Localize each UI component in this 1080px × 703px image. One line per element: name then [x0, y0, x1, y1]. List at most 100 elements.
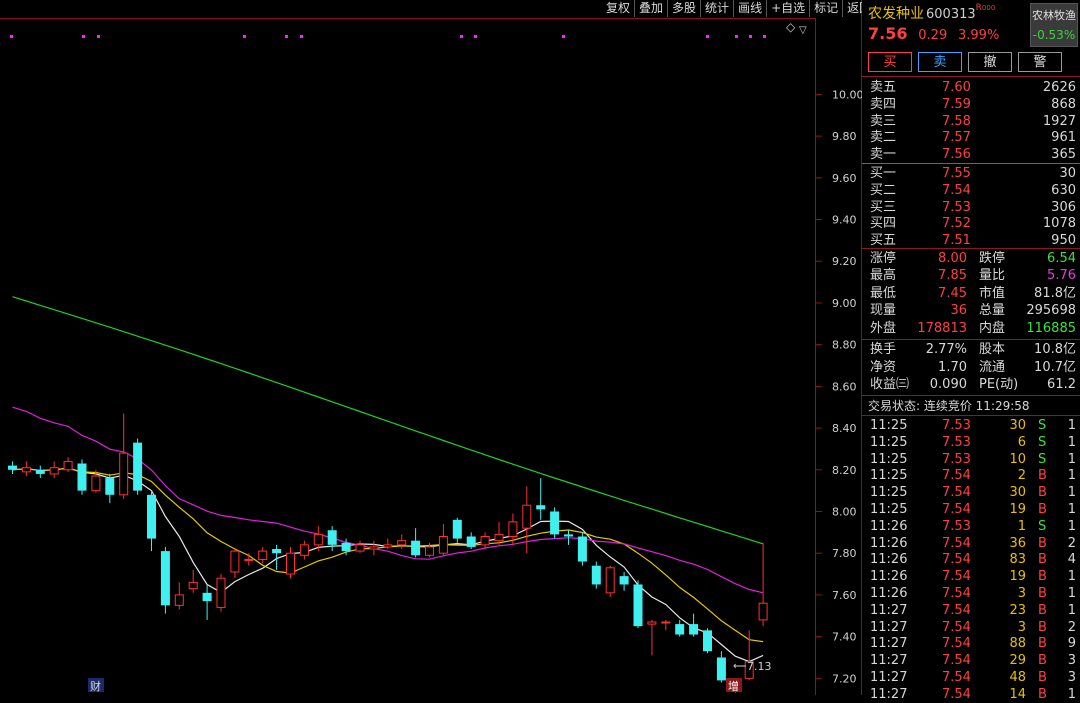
- bid-row[interactable]: 买一 7.55 30: [862, 165, 1080, 182]
- price-tick-label: 7.20: [832, 672, 857, 685]
- stock-tag: R000: [975, 3, 996, 13]
- price-tick-label: 9.20: [832, 255, 857, 268]
- settings-diamond-icon[interactable]: ◇: [786, 20, 796, 34]
- tick-volume: 29: [1009, 653, 1026, 669]
- signal-dot: [243, 35, 246, 38]
- toolbar-draw-line[interactable]: 画线: [733, 0, 766, 17]
- ask-row[interactable]: 卖三 7.58 1927: [862, 113, 1080, 130]
- price-tick-label: 9.40: [832, 214, 857, 227]
- tick-side: S: [1038, 451, 1047, 467]
- tick-volume: 19: [1009, 502, 1026, 517]
- tick-count: 1: [1067, 569, 1076, 585]
- price-tick-label: 10.00: [832, 88, 862, 101]
- price-tick-label: 9.00: [832, 297, 857, 310]
- tick-volume: 1: [1017, 518, 1026, 534]
- toolbar-fuquan[interactable]: 复权: [602, 0, 634, 17]
- signal-dot: [763, 35, 766, 38]
- tick-time: 11:25: [870, 434, 908, 450]
- tick-side: B: [1038, 686, 1047, 702]
- order-level-label: 卖四: [870, 96, 897, 112]
- toolbar-mark[interactable]: 标记: [809, 0, 842, 17]
- tick-row: 11:27 7.54 3 B 2: [862, 619, 1080, 636]
- kline-chart[interactable]: ◇ ▽ 10.00 9.80 9.60 9.40 9.20 9.00 8.80 8.60 8.4…: [0, 0, 862, 695]
- tick-count: 3: [1067, 653, 1076, 669]
- tick-row: 11:25 7.54 30 B 1: [862, 484, 1080, 501]
- bid-row[interactable]: 买二 7.54 630: [862, 182, 1080, 199]
- signal-dot: [285, 35, 288, 38]
- ask-row[interactable]: 卖五 7.60 2626: [862, 79, 1080, 96]
- tick-side: B: [1038, 670, 1047, 685]
- sector-badge[interactable]: 农林牧渔 -0.53%: [1030, 3, 1078, 47]
- stat-label: 最高: [870, 268, 897, 284]
- stat-label: 换手: [870, 342, 897, 357]
- stat-value: 8.00: [938, 251, 967, 266]
- signal-dot: [460, 35, 463, 38]
- sell-button[interactable]: 卖: [918, 52, 962, 72]
- tick-count: 1: [1067, 602, 1076, 618]
- tick-side: S: [1038, 518, 1047, 534]
- stat-value: 10.7亿: [1034, 359, 1076, 375]
- order-price: 7.54: [942, 182, 971, 198]
- candle: [133, 438, 143, 495]
- price-tick-label: 7.60: [832, 589, 857, 602]
- order-level-label: 卖一: [870, 147, 897, 163]
- stat-row: 现量 36 总量 295698: [862, 302, 1080, 319]
- bid-row[interactable]: 买五 7.51 950: [862, 232, 1080, 249]
- tick-price: 7.54: [942, 535, 971, 551]
- order-price: 7.51: [942, 233, 971, 249]
- bid-row[interactable]: 买三 7.53 306: [862, 199, 1080, 216]
- signal-dot: [562, 35, 565, 38]
- stat-label: 涨停: [870, 251, 897, 266]
- order-level-label: 买五: [870, 233, 897, 249]
- tick-volume: 2: [1017, 468, 1026, 484]
- tick-side: B: [1038, 586, 1047, 601]
- toolbar-overlay[interactable]: 叠加: [634, 0, 667, 17]
- ask-row[interactable]: 卖一 7.56 365: [862, 146, 1080, 163]
- tick-count: 2: [1067, 535, 1076, 551]
- signal-dot: [474, 35, 477, 38]
- price-tick-label: 9.80: [832, 130, 857, 143]
- tick-time: 11:25: [870, 485, 908, 501]
- stock-title[interactable]: 农发种业 600313R000: [868, 3, 995, 23]
- tick-row: 11:27 7.54 29 B 3: [862, 652, 1080, 669]
- tick-side: B: [1038, 535, 1047, 551]
- tick-row: 11:27 7.54 88 B 9: [862, 635, 1080, 652]
- tick-row: 11:27 7.54 23 B 1: [862, 602, 1080, 619]
- trade-status-row: 交易状态: 连续竞价 11:29:58: [862, 398, 1080, 415]
- toolbar-multi-stock[interactable]: 多股: [667, 0, 700, 17]
- low-price-marker: ← 7.13: [733, 660, 772, 673]
- scroll-down-icon[interactable]: ▽: [799, 25, 807, 36]
- order-price: 7.55: [942, 166, 971, 181]
- order-price: 7.59: [942, 96, 971, 112]
- order-volume: 630: [1051, 182, 1076, 198]
- tick-price: 7.54: [942, 485, 971, 501]
- cancel-order-button[interactable]: 撤: [968, 52, 1012, 72]
- tick-price: 7.54: [942, 670, 971, 685]
- tick-side: B: [1038, 569, 1047, 585]
- buy-button[interactable]: 买: [868, 52, 912, 72]
- candle: [703, 628, 712, 654]
- order-price: 7.52: [942, 216, 971, 232]
- trade-status: 交易状态: 连续竞价 11:29:58: [868, 399, 1030, 413]
- order-volume: 30: [1059, 166, 1076, 181]
- candle: [633, 580, 643, 629]
- bid-row[interactable]: 买四 7.52 1078: [862, 215, 1080, 232]
- price-tick-label: 7.40: [832, 631, 857, 644]
- tick-row: 11:27 7.54 14 B 1: [862, 686, 1080, 703]
- stat-label: 净资: [870, 359, 897, 375]
- tick-volume: 36: [1009, 535, 1026, 551]
- price-tick-label: 8.40: [832, 422, 857, 435]
- quote-panel: 农发种业 600313R000 7.56 0.29 3.99% 农林牧渔 -0.5…: [862, 0, 1080, 702]
- ask-row[interactable]: 卖四 7.59 868: [862, 96, 1080, 113]
- tick-price: 7.54: [942, 468, 971, 484]
- price-change-pct: 3.99%: [958, 28, 1000, 43]
- candle: [577, 532, 587, 566]
- tick-row: 11:26 7.53 1 S 1: [862, 518, 1080, 535]
- toolbar-statistics[interactable]: 统计: [700, 0, 733, 17]
- toolbar-add-watchlist[interactable]: +自选: [766, 0, 809, 17]
- ask-row[interactable]: 卖二 7.57 961: [862, 129, 1080, 146]
- alert-button[interactable]: 警: [1018, 52, 1062, 72]
- candle: [216, 574, 226, 612]
- tick-price: 7.53: [942, 418, 971, 433]
- stat-label: 流通: [979, 359, 1006, 375]
